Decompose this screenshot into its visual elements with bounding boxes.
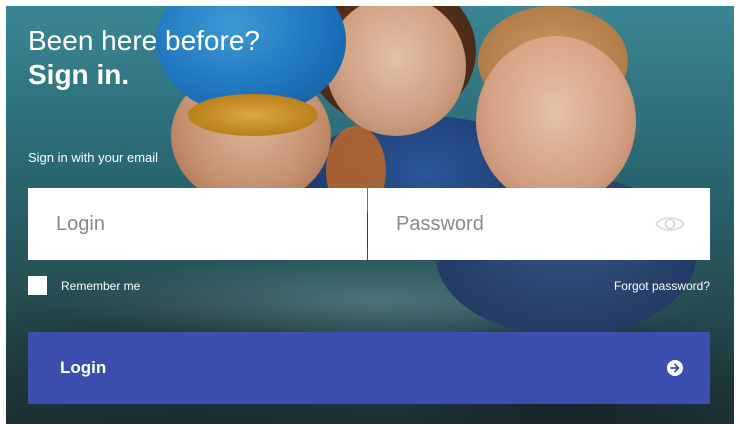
forgot-password-link[interactable]: Forgot password? — [614, 279, 710, 293]
arrow-right-circle-icon — [666, 359, 684, 377]
title-line-2: Sign in. — [28, 59, 130, 90]
page-title: Been here before? Sign in. — [28, 24, 260, 92]
eye-icon[interactable] — [652, 213, 688, 235]
login-button[interactable]: Login — [28, 332, 710, 404]
sign-in-screen: Been here before? Sign in. Sign in with … — [0, 0, 740, 430]
title-line-1: Been here before? — [28, 25, 260, 56]
password-placeholder: Password — [396, 212, 484, 235]
remember-checkbox[interactable] — [28, 276, 47, 295]
login-button-label: Login — [60, 358, 107, 377]
login-field[interactable]: Login — [28, 188, 367, 260]
login-placeholder: Login — [56, 212, 105, 235]
remember-me[interactable]: Remember me — [28, 276, 140, 295]
remember-label: Remember me — [61, 278, 141, 293]
password-field[interactable]: Password — [368, 188, 710, 260]
sign-in-subheading: Sign in with your email — [28, 150, 159, 165]
